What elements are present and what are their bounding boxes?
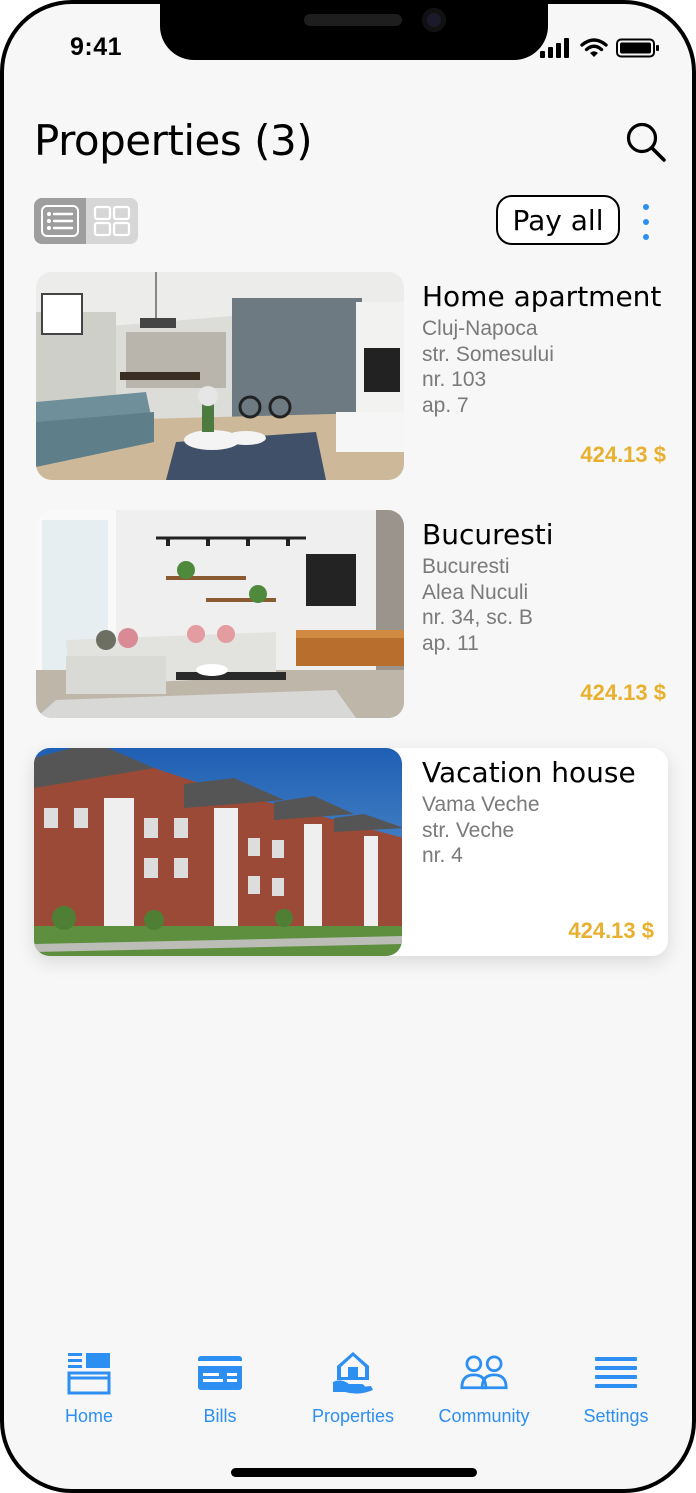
home-indicator	[231, 1468, 477, 1477]
pay-all-button[interactable]: Pay all	[496, 195, 620, 245]
property-card[interactable]: Bucuresti Bucuresti Alea Nuculi nr. 34, …	[34, 510, 668, 718]
home-icon	[67, 1353, 111, 1395]
property-price: 424.13 $	[580, 442, 666, 467]
tab-label: Bills	[203, 1406, 237, 1426]
tab-home[interactable]: Home	[24, 1350, 154, 1430]
address-line: Vama Veche	[422, 793, 540, 816]
property-photo	[36, 510, 404, 718]
tab-properties[interactable]: Properties	[288, 1350, 418, 1430]
property-card[interactable]: Home apartment Cluj-Napoca str. Somesulu…	[34, 272, 668, 480]
tab-label: Properties	[311, 1406, 395, 1426]
tab-community[interactable]: Community	[419, 1350, 549, 1430]
view-toggle	[34, 198, 138, 244]
tab-label: Community	[438, 1406, 530, 1426]
tab-bar: Home Bills Properties Community Settings	[4, 1350, 692, 1430]
property-photo	[34, 748, 402, 956]
page-title: Properties (3)	[34, 116, 313, 165]
living-room-photo	[36, 272, 404, 480]
search-button[interactable]	[624, 120, 668, 164]
notch	[160, 4, 548, 60]
address-line: ap. 7	[422, 393, 469, 417]
more-dot	[643, 234, 649, 240]
address-line: str. Somesului	[422, 342, 554, 366]
property-address: Cluj-Napoca str. Somesului nr. 103 ap. 7	[422, 316, 554, 418]
list-icon	[41, 205, 79, 237]
property-photo	[36, 272, 404, 480]
more-dot	[643, 204, 649, 210]
property-address: Bucuresti Alea Nuculi nr. 34, sc. B ap. …	[422, 554, 533, 656]
property-price: 424.13 $	[568, 918, 654, 943]
address-line: nr. 4	[422, 844, 463, 867]
more-dot	[643, 219, 649, 225]
tab-bills[interactable]: Bills	[155, 1350, 285, 1430]
properties-icon	[333, 1352, 373, 1394]
grid-icon	[93, 205, 131, 237]
wifi-icon	[580, 38, 608, 57]
bills-icon	[198, 1356, 242, 1390]
address-line: nr. 34, sc. B	[422, 606, 533, 629]
apartment-building-photo	[34, 748, 402, 956]
tab-label: Settings	[583, 1406, 649, 1426]
search-icon	[626, 122, 666, 162]
settings-icon	[595, 1357, 637, 1388]
grid-view-button[interactable]	[86, 198, 138, 244]
tab-settings[interactable]: Settings	[551, 1350, 681, 1430]
property-name: Home apartment	[422, 280, 662, 313]
property-address: Vama Veche str. Veche nr. 4	[422, 792, 540, 869]
living-room-photo	[36, 510, 404, 718]
property-name: Bucuresti	[422, 518, 554, 551]
address-line: str. Veche	[422, 818, 515, 842]
battery-icon	[616, 38, 659, 58]
list-view-button[interactable]	[34, 198, 86, 244]
address-line: Cluj-Napoca	[422, 317, 538, 340]
tab-label: Home	[64, 1406, 113, 1426]
address-line: nr. 103	[422, 368, 487, 391]
community-icon	[460, 1355, 508, 1390]
address-line: Alea Nuculi	[422, 580, 529, 604]
camera	[422, 8, 446, 32]
speaker	[304, 14, 402, 26]
status-icons	[540, 38, 660, 58]
property-card-selected[interactable]: Vacation house Vama Veche str. Veche nr.…	[34, 748, 668, 956]
status-time: 9:41	[70, 33, 123, 61]
signal-icon	[540, 38, 569, 58]
more-options-button[interactable]	[636, 204, 656, 240]
property-name: Vacation house	[422, 756, 636, 789]
phone-frame: 9:41 Properties (3) Pay all Home apartme…	[0, 0, 696, 1493]
property-price: 424.13 $	[580, 680, 666, 705]
address-line: Bucuresti	[422, 555, 510, 578]
address-line: ap. 11	[422, 631, 479, 655]
